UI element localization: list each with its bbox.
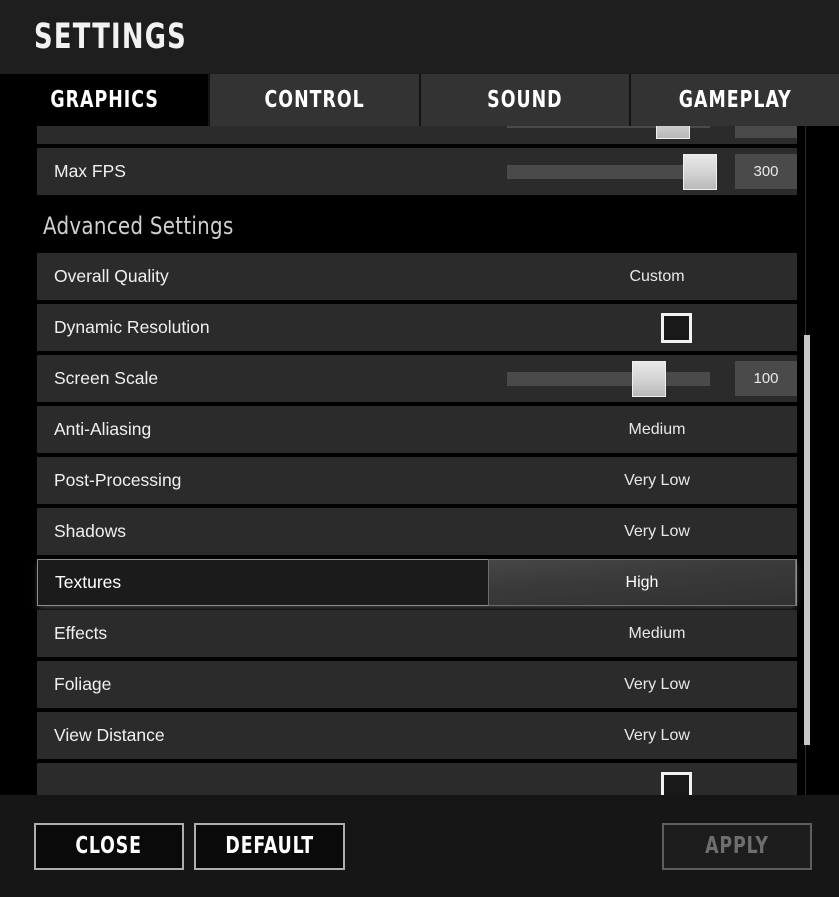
setting-row-clipped-bottom[interactable] — [37, 763, 797, 795]
setting-label-overall-quality: Overall Quality — [54, 266, 169, 286]
setting-row-shadows[interactable]: Shadows Very Low — [37, 508, 797, 555]
setting-row-dynamic-resolution[interactable]: Dynamic Resolution — [37, 304, 797, 351]
section-header-advanced: Advanced Settings — [37, 199, 797, 253]
slider-clipped-top[interactable] — [507, 126, 797, 144]
setting-label-textures: Textures — [55, 572, 122, 592]
tab-graphics-label: GRAPHICS — [49, 87, 159, 113]
setting-label-post-processing: Post-Processing — [54, 470, 182, 490]
setting-row-screen-scale[interactable]: Screen Scale 100 — [37, 355, 797, 402]
setting-row-overall-quality[interactable]: Overall Quality Custom — [37, 253, 797, 300]
setting-value-overall-quality: Custom — [629, 267, 685, 285]
slider-screen-scale[interactable]: 100 — [507, 355, 797, 402]
slider-value — [735, 126, 797, 138]
setting-row-effects[interactable]: Effects Medium — [37, 610, 797, 657]
setting-label-shadows: Shadows — [54, 521, 126, 541]
setting-label-max-fps: Max FPS — [54, 161, 126, 181]
setting-row-post-processing[interactable]: Post-Processing Very Low — [37, 457, 797, 504]
setting-value-post-processing: Very Low — [624, 471, 690, 489]
tab-control-label: CONTROL — [264, 87, 365, 113]
page-title: SETTINGS — [34, 17, 187, 57]
setting-value-shadows: Very Low — [624, 522, 690, 540]
setting-label-screen-scale: Screen Scale — [54, 368, 159, 388]
setting-row-anti-aliasing[interactable]: Anti-Aliasing Medium — [37, 406, 797, 453]
header-bar: SETTINGS — [0, 0, 839, 74]
section-header-label: Advanced Settings — [43, 212, 234, 240]
setting-row-max-fps[interactable]: Max FPS 300 — [37, 148, 797, 195]
setting-value-textures[interactable]: High — [488, 559, 796, 606]
setting-value-anti-aliasing: Medium — [628, 420, 686, 438]
settings-screen: SETTINGS GRAPHICS CONTROL SOUND GAMEPLAY — [0, 0, 839, 897]
default-button-label: DEFAULT — [225, 833, 314, 859]
default-button[interactable]: DEFAULT — [194, 822, 345, 870]
slider-handle[interactable] — [632, 360, 667, 397]
settings-list: Max FPS 300 Advanced Settings Overall Qu… — [37, 126, 797, 795]
slider-max-fps[interactable]: 300 — [507, 148, 797, 195]
apply-button[interactable]: APPLY — [662, 822, 812, 870]
tab-gameplay[interactable]: GAMEPLAY — [628, 74, 839, 126]
tab-sound-label: SOUND — [486, 87, 563, 113]
slider-track[interactable] — [507, 126, 710, 139]
slider-handle[interactable] — [656, 126, 691, 139]
apply-button-label: APPLY — [705, 833, 769, 859]
setting-value-foliage: Very Low — [624, 675, 690, 693]
checkbox-clipped-bottom[interactable] — [661, 772, 692, 795]
setting-label-effects: Effects — [54, 623, 108, 643]
slider-handle[interactable] — [682, 153, 717, 190]
setting-value-view-distance: Very Low — [624, 726, 690, 744]
slider-value-max-fps: 300 — [735, 154, 797, 189]
close-button-label: CLOSE — [75, 833, 143, 859]
close-button[interactable]: CLOSE — [34, 822, 184, 870]
setting-row-foliage[interactable]: Foliage Very Low — [37, 661, 797, 708]
tab-control[interactable]: CONTROL — [208, 74, 419, 126]
setting-row-view-distance[interactable]: View Distance Very Low — [37, 712, 797, 759]
settings-list-viewport: Max FPS 300 Advanced Settings Overall Qu… — [0, 126, 839, 795]
setting-row-textures[interactable]: Textures High — [37, 559, 797, 606]
setting-label-anti-aliasing: Anti-Aliasing — [54, 419, 152, 439]
setting-label-dynamic-resolution: Dynamic Resolution — [54, 317, 210, 337]
tab-sound[interactable]: SOUND — [418, 74, 629, 126]
checkbox-dynamic-resolution[interactable] — [661, 313, 692, 343]
slider-track[interactable] — [507, 153, 717, 190]
footer-bar: CLOSE DEFAULT APPLY — [0, 795, 839, 897]
scrollbar-thumb[interactable] — [804, 335, 810, 745]
setting-label-view-distance: View Distance — [54, 725, 165, 745]
tab-graphics[interactable]: GRAPHICS — [0, 74, 209, 126]
tab-bar: GRAPHICS CONTROL SOUND GAMEPLAY — [0, 74, 839, 126]
setting-label-foliage: Foliage — [54, 674, 112, 694]
setting-value-effects: Medium — [628, 624, 686, 642]
slider-track[interactable] — [507, 360, 710, 397]
tab-gameplay-label: GAMEPLAY — [678, 87, 792, 113]
setting-row-clipped-top[interactable] — [37, 126, 797, 144]
slider-value-screen-scale: 100 — [735, 361, 797, 396]
